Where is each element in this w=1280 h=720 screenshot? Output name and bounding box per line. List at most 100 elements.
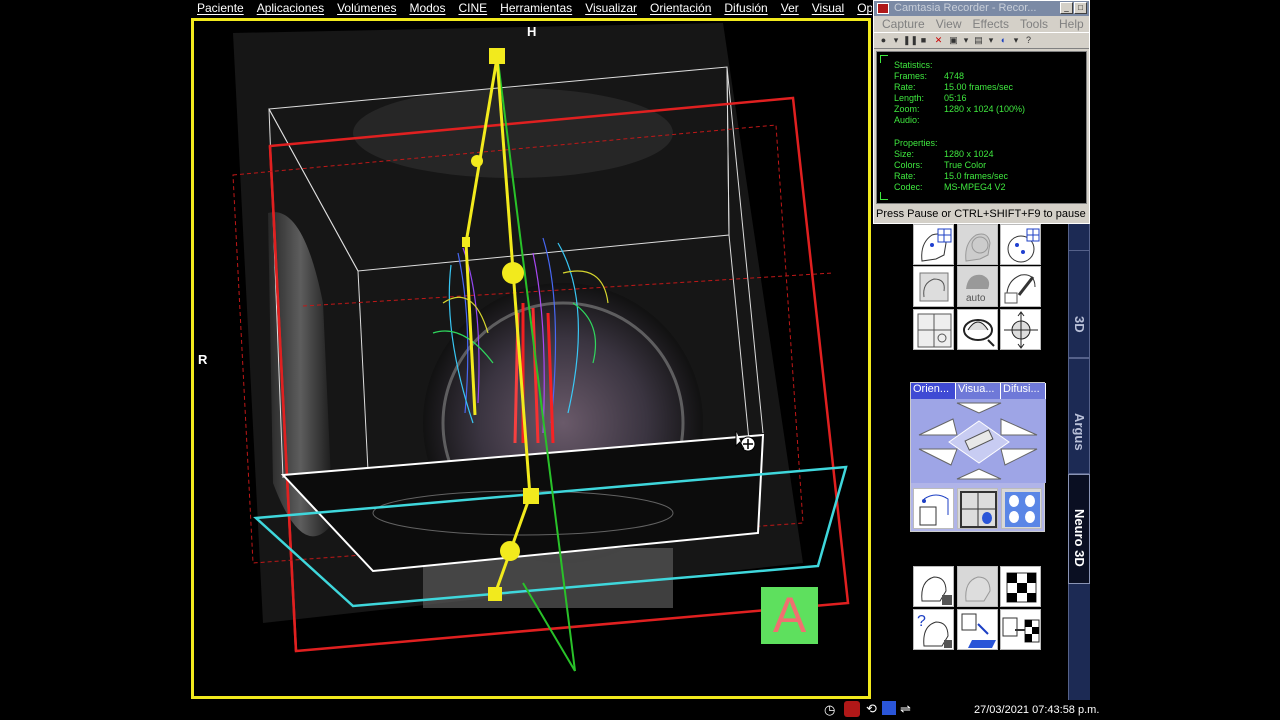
pause-icon[interactable]: ❚❚ [903, 35, 918, 46]
menu-volumenes[interactable]: Volúmenes [330, 0, 402, 18]
menu-herramientas[interactable]: Herramientas [493, 0, 578, 18]
stat-label: Frames: [894, 71, 928, 81]
tray-datetime: 27/03/2021 07:43:58 p.m. [974, 704, 1100, 716]
prop-value: True Color [944, 160, 987, 170]
orient-path-button[interactable] [913, 488, 954, 529]
window-dropdown-icon[interactable]: ▾ [988, 35, 994, 46]
orient-multi-button[interactable] [1001, 488, 1042, 529]
orientation-tabs: Orien... Visua... Difusi... [911, 383, 1046, 399]
stat-label: Rate: [894, 82, 916, 92]
prop-label: Size: [894, 149, 915, 159]
orientation-arrows-widget[interactable] [911, 399, 1046, 483]
menu-modos[interactable]: Modos [402, 0, 451, 18]
camtasia-recorder-window: Camtasia Recorder - Recor... _ □ Capture… [873, 0, 1090, 224]
prop-label: Colors: [894, 160, 923, 170]
camtasia-menu-help[interactable]: Help [1055, 16, 1091, 32]
camtasia-tray-icon[interactable] [844, 701, 860, 717]
3d-viewport[interactable]: H R A [191, 18, 871, 699]
camtasia-toolbar: ● ▾ ❚❚ ■ ✕ ▣ ▾ ▤ ▾ ◐ ▾ ? [874, 32, 1089, 49]
stat-label: Length: [894, 93, 925, 103]
camtasia-icon [877, 3, 889, 14]
effects-dropdown-icon[interactable]: ▾ [1013, 35, 1019, 46]
auto-segment-tool-button[interactable]: auto [957, 266, 998, 307]
menu-difusion[interactable]: Difusión [717, 0, 773, 18]
stat-value: 15.00 frames/sec [944, 82, 1014, 92]
tab-3d[interactable]: 3D [1068, 250, 1090, 358]
stat-value: 1280 x 1024 (100%) [944, 104, 1026, 114]
menu-ver[interactable]: Ver [774, 0, 805, 18]
menu-visualizar[interactable]: Visualizar [578, 0, 643, 18]
region-dropdown-icon[interactable]: ▾ [963, 35, 969, 46]
help-icon[interactable]: ? [1023, 35, 1034, 46]
prop-value: MS-MPEG4 V2 [944, 182, 1006, 192]
tab-argus-label: Argus [1072, 413, 1087, 451]
clock-icon[interactable]: ◷ [824, 702, 835, 718]
prop-value: 1280 x 1024 [944, 149, 994, 159]
orientation-panel: Orien... Visua... Difusi... [910, 382, 1046, 532]
brain-surface-tool-button[interactable] [913, 266, 954, 307]
viewport-label-left: R [198, 352, 208, 367]
app-menubar: Paciente Aplicaciones Volúmenes Modos CI… [190, 0, 908, 18]
window-icon[interactable]: ▤ [973, 35, 984, 46]
cancel-icon[interactable]: ✕ [933, 35, 944, 46]
tab-neuro-3d[interactable]: Neuro 3D [1068, 474, 1090, 584]
tab-visualizar[interactable]: Visua... [956, 383, 1001, 399]
camtasia-menu-capture[interactable]: Capture [878, 16, 932, 32]
stat-label: Zoom: [894, 104, 920, 114]
network-icon[interactable]: ⟲ [866, 701, 877, 717]
menu-orientacion[interactable]: Orientación [643, 0, 717, 18]
camtasia-menubar: Capture View Effects Tools Help [874, 16, 1089, 32]
menu-visual[interactable]: Visual [805, 0, 850, 18]
head-points-tool-button[interactable] [1000, 224, 1041, 265]
menu-aplicaciones[interactable]: Aplicaciones [250, 0, 330, 18]
move-3d-tool-button[interactable] [1000, 309, 1041, 350]
head-save-button[interactable] [913, 566, 954, 607]
prop-label: Codec: [894, 182, 923, 192]
camtasia-title: Camtasia Recorder - Recor... [894, 2, 1037, 14]
tab-argus[interactable]: Argus [1068, 358, 1090, 474]
axis-handle-bottom [488, 587, 502, 601]
menu-paciente[interactable]: Paciente [190, 0, 250, 18]
record-icon[interactable]: ● [878, 35, 889, 46]
props-heading: Properties: [894, 138, 938, 148]
import-grid-button[interactable] [1000, 609, 1041, 650]
stat-value: 05:16 [944, 93, 967, 103]
effects-icon[interactable]: ◐ [998, 35, 1009, 46]
axis-handle-center [523, 488, 539, 504]
auto-label: auto [966, 293, 986, 304]
camtasia-status: Press Pause or CTRL+SHIFT+F9 to pause [876, 208, 1086, 220]
camtasia-menu-tools[interactable]: Tools [1016, 16, 1055, 32]
camtasia-menu-effects[interactable]: Effects [969, 16, 1016, 32]
axis-handle-top [489, 48, 505, 64]
minimize-button[interactable]: _ [1060, 2, 1073, 14]
tab-orientacion[interactable]: Orien... [911, 383, 956, 399]
paint-tool-button[interactable] [1000, 266, 1041, 307]
prop-value: 15.0 frames/sec [944, 171, 1009, 181]
rotate-3d-tool-button[interactable] [957, 309, 998, 350]
dropdown-icon[interactable]: ▾ [893, 35, 899, 46]
viewport-label-top: H [527, 24, 537, 39]
region-icon[interactable]: ▣ [948, 35, 959, 46]
orient-quad-button[interactable] [957, 488, 998, 529]
tab-3d-label: 3D [1072, 315, 1087, 333]
head-disabled-button[interactable] [957, 566, 998, 607]
export-folder-button[interactable] [957, 609, 998, 650]
stat-label: Audio: [894, 115, 920, 125]
head-help-button[interactable]: ? [913, 609, 954, 650]
accessibility-icon[interactable] [882, 701, 896, 715]
move-cursor-icon [740, 436, 756, 452]
stats-heading: Statistics: [894, 60, 933, 70]
stop-icon[interactable]: ■ [918, 35, 929, 46]
brain-outline-tool-button[interactable] [957, 224, 998, 265]
camtasia-menu-view[interactable]: View [932, 16, 969, 32]
tab-difusion[interactable]: Difusi... [1001, 383, 1046, 399]
menu-cine[interactable]: CINE [451, 0, 493, 18]
checker-button[interactable] [1000, 566, 1041, 607]
sync-icon[interactable]: ⇌ [900, 701, 911, 717]
stat-value: 4748 [944, 71, 965, 81]
tab-neuro-3d-label: Neuro 3D [1072, 509, 1087, 567]
grid-view-tool-button[interactable] [913, 309, 954, 350]
maximize-button[interactable]: □ [1074, 2, 1087, 14]
head-grid-tool-button[interactable] [913, 224, 954, 265]
tab-spacer [1068, 584, 1090, 700]
